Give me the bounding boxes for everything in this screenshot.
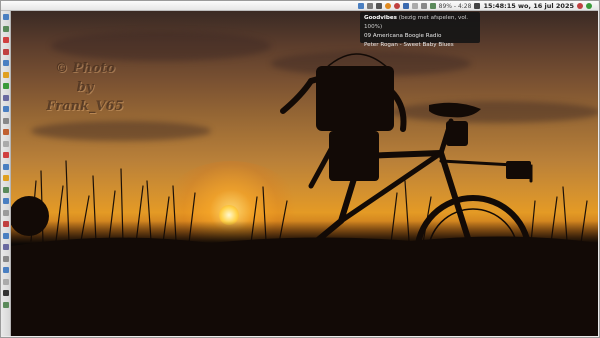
notification-station: 09 Americana Boogie Radio bbox=[364, 33, 442, 39]
launcher-app-icon[interactable] bbox=[3, 209, 9, 216]
launcher-app-icon[interactable] bbox=[3, 37, 9, 43]
volume-icon[interactable] bbox=[375, 3, 382, 9]
battery-text[interactable]: 89% - 4:28 bbox=[439, 3, 472, 10]
launcher-app-icon[interactable] bbox=[3, 255, 9, 262]
launcher-app-icon[interactable] bbox=[3, 175, 9, 181]
clipboard-icon[interactable] bbox=[420, 3, 427, 9]
launcher-app-icon[interactable] bbox=[3, 71, 9, 78]
update-icon[interactable] bbox=[411, 3, 418, 9]
notification-bell-icon[interactable] bbox=[474, 3, 481, 9]
launcher-app-icon[interactable] bbox=[3, 198, 9, 204]
notification-track: Peter Rogan - Sweet Baby Blues bbox=[364, 42, 454, 48]
launcher-app-icon[interactable] bbox=[3, 221, 9, 227]
launcher-app-icon[interactable] bbox=[3, 163, 9, 170]
launcher-app-icon[interactable] bbox=[3, 244, 9, 250]
launcher-app-icon[interactable] bbox=[3, 290, 9, 296]
mail-icon[interactable] bbox=[384, 3, 391, 9]
display-icon[interactable] bbox=[366, 3, 373, 9]
bluetooth-icon[interactable] bbox=[402, 3, 409, 9]
watermark-line: © Photo bbox=[54, 61, 116, 76]
launcher-app-icon[interactable] bbox=[3, 83, 9, 89]
launcher-app-icon[interactable] bbox=[3, 232, 9, 239]
launcher-app-icon[interactable] bbox=[3, 129, 9, 135]
launcher-app-icon[interactable] bbox=[3, 278, 9, 285]
chat-icon[interactable] bbox=[393, 3, 400, 9]
desktop-wallpaper: © Photo by Frank_V65 bbox=[11, 11, 598, 336]
media-notification[interactable]: Goodvibes (bezig met afspelen, vol. 100%… bbox=[360, 12, 480, 48]
network-icon[interactable] bbox=[357, 3, 364, 9]
top-panel: 89% - 4:28 15:48:15 wo, 16 jul 2025 bbox=[1, 1, 598, 11]
launcher-app-icon[interactable] bbox=[3, 140, 9, 147]
launcher-app-icon[interactable] bbox=[3, 186, 9, 193]
watermark-line: by bbox=[76, 80, 94, 95]
launcher-app-icon[interactable] bbox=[3, 267, 9, 273]
launcher-app-icon[interactable] bbox=[3, 48, 9, 55]
launcher-app-icon[interactable] bbox=[3, 106, 9, 112]
left-launcher-panel bbox=[1, 11, 11, 336]
launcher-app-icon[interactable] bbox=[3, 94, 9, 101]
launcher-app-icon[interactable] bbox=[3, 301, 9, 308]
system-tray: 89% - 4:28 15:48:15 wo, 16 jul 2025 bbox=[357, 1, 592, 11]
battery-icon[interactable] bbox=[429, 3, 436, 9]
launcher-app-icon[interactable] bbox=[3, 25, 9, 32]
photo-watermark: © Photo by Frank_V65 bbox=[25, 59, 145, 116]
launcher-app-icon[interactable] bbox=[3, 14, 9, 20]
power-icon[interactable] bbox=[586, 3, 592, 9]
notification-app: Goodvibes bbox=[364, 15, 397, 21]
clock[interactable]: 15:48:15 wo, 16 jul 2025 bbox=[483, 2, 574, 10]
launcher-app-icon[interactable] bbox=[3, 60, 9, 66]
watermark-line: Frank_V65 bbox=[46, 99, 124, 114]
launcher-app-icon[interactable] bbox=[3, 117, 9, 124]
notification-title-line: Goodvibes (bezig met afspelen, vol. 100%… bbox=[364, 14, 476, 32]
launcher-app-icon[interactable] bbox=[3, 152, 9, 158]
close-session-icon[interactable] bbox=[577, 3, 583, 9]
